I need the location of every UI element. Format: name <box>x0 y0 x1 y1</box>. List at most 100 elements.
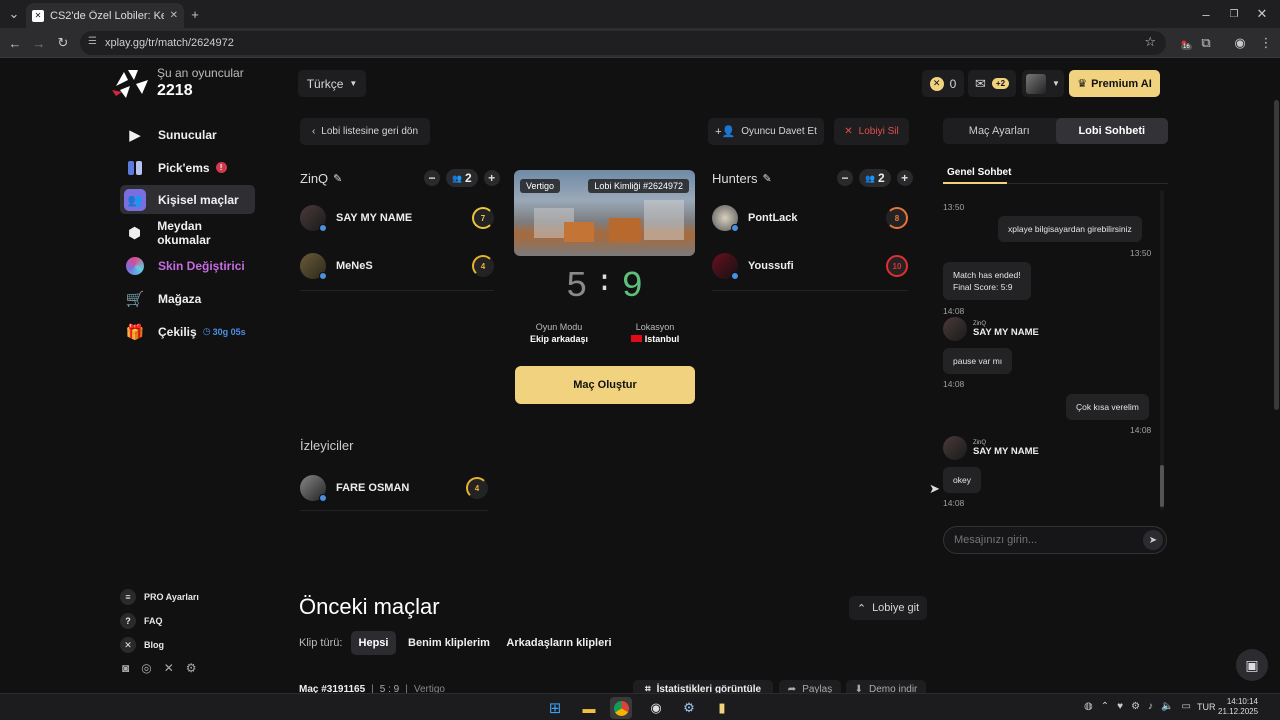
profile-icon[interactable]: ◉ <box>1230 33 1250 53</box>
network-icon[interactable]: ▭ <box>1181 701 1190 712</box>
chat-scrollbar-thumb[interactable] <box>1160 465 1164 507</box>
go-to-lobby-button[interactable]: ⌃ Lobiye git <box>849 596 927 620</box>
filter-friends-clips[interactable]: Arkadaşların klipleri <box>503 631 615 655</box>
team-b-player-row[interactable]: Youssufi 10 <box>712 250 908 282</box>
new-tab-icon[interactable]: + <box>185 4 205 24</box>
team-a-player-row[interactable]: SAY MY NAME 7 <box>300 202 494 234</box>
tray-app-icon[interactable]: ◍ <box>1084 701 1093 712</box>
site-info-icon[interactable]: ☰ <box>88 36 97 47</box>
spectator-row[interactable]: FARE OSMAN 4 <box>300 472 488 504</box>
giveaway-timer: ◷ 30g 05s <box>203 326 246 337</box>
sidebar-item-store[interactable]: 🛒 Mağaza <box>120 284 255 313</box>
question-icon: ? <box>120 613 136 629</box>
invite-player-button[interactable]: +👤 Oyuncu Davet Et <box>708 118 824 145</box>
sidebar-item-servers[interactable]: ▶ Sunucular <box>120 120 255 149</box>
sidebar-item-challenges[interactable]: ⬢ Meydan okumalar <box>120 218 255 247</box>
chat-message-author[interactable]: ZinQ SAY MY NAME <box>943 317 1039 341</box>
language-select[interactable]: Türkçe ▼ <box>298 70 366 97</box>
site-logo[interactable] <box>112 66 152 100</box>
pro-settings-link[interactable]: ≡ PRO Ayarları <box>120 588 199 606</box>
team-a-header: ZinQ ✎ <box>300 168 342 188</box>
microphone-icon[interactable]: ♪ <box>1148 701 1153 712</box>
volume-icon[interactable]: 🔈 <box>1161 701 1173 712</box>
bookmark-star-icon[interactable]: ☆ <box>1144 34 1156 50</box>
tray-app-icon[interactable]: ♥ <box>1117 701 1123 712</box>
blog-link[interactable]: ✕ Blog <box>120 636 164 654</box>
mail-button[interactable]: ✉ +2 <box>968 70 1016 97</box>
sidebar-item-label: Mağaza <box>158 291 202 306</box>
browser-tab[interactable]: ✕ CS2'de Özel Lobiler: Kendi Kura ✕ <box>26 3 184 28</box>
faq-link[interactable]: ? FAQ <box>120 612 163 630</box>
chrome-icon[interactable] <box>610 697 632 719</box>
discord-icon[interactable]: ◙ <box>122 661 129 675</box>
player-name: Youssufi <box>748 260 794 272</box>
forward-icon[interactable]: → <box>29 33 49 53</box>
extension-icon[interactable]: ● <box>1174 33 1194 53</box>
edit-pencil-icon[interactable]: ✎ <box>333 172 342 185</box>
team-a-player-row[interactable]: MeNeS 4 <box>300 250 494 282</box>
clock[interactable]: 14:10:14 21.12.2025 <box>1218 697 1258 717</box>
minus-icon[interactable]: − <box>424 170 440 186</box>
send-icon[interactable]: ➤ <box>1143 530 1163 550</box>
reload-icon[interactable]: ↻ <box>53 33 73 53</box>
premium-button[interactable]: ♛ Premium AI <box>1069 70 1160 97</box>
edit-pencil-icon[interactable]: ✎ <box>763 172 772 185</box>
filter-my-clips[interactable]: Benim kliplerim <box>404 631 494 655</box>
team-b-count: 2 <box>877 171 885 185</box>
level-badge: 4 <box>472 255 494 277</box>
back-to-lobbies-button[interactable]: ‹ Lobi listesine geri dön <box>300 118 430 145</box>
file-explorer-icon[interactable]: ▬ <box>578 697 600 719</box>
profile-menu-button[interactable]: ▼ <box>1022 70 1064 97</box>
back-icon[interactable]: ← <box>5 33 25 53</box>
maximize-icon[interactable]: ❐ <box>1224 4 1244 24</box>
plus-icon[interactable]: + <box>896 170 913 186</box>
delete-lobby-button[interactable]: ✕ Lobiyi Sil <box>834 118 909 145</box>
app-icon[interactable]: ◉ <box>645 697 667 719</box>
chat-scrollbar-track[interactable] <box>1160 190 1164 510</box>
steam-icon[interactable]: ⚙ <box>678 697 700 719</box>
tab-list-icon[interactable]: ⌄ <box>4 4 24 24</box>
coins-button[interactable]: ✕ 0 <box>922 70 964 97</box>
sidebar-item-pickems[interactable]: Pick'ems ! <box>120 153 255 182</box>
filter-all[interactable]: Hepsi <box>351 631 396 655</box>
windows-start-icon[interactable]: ⊞ <box>544 697 566 719</box>
team-b-name: Hunters <box>712 170 758 186</box>
tray-steam-icon[interactable]: ⚙ <box>1131 701 1140 712</box>
sidebar-item-skin-changer[interactable]: Skin Değiştirici <box>120 251 255 280</box>
sidebar-item-label: Çekiliş <box>158 324 197 339</box>
chevron-down-icon: ▼ <box>349 79 358 88</box>
close-tab-icon[interactable]: ✕ <box>170 10 178 21</box>
extensions-puzzle-icon[interactable]: ⧉ <box>1196 33 1216 53</box>
team-b-player-row[interactable]: PontLack 8 <box>712 202 908 234</box>
input-language[interactable]: TUR <box>1197 702 1216 712</box>
app-icon[interactable]: ▮ <box>711 697 733 719</box>
page-scrollbar-thumb[interactable] <box>1274 100 1279 410</box>
tray-expand-icon[interactable]: ⌃ <box>1101 701 1109 712</box>
team-a-name: ZinQ <box>300 170 329 186</box>
tab-lobby-chat[interactable]: Lobi Sohbeti <box>1055 118 1168 144</box>
url-field[interactable]: ☰ xplay.gg/tr/match/2624972 ☆ <box>80 31 1166 55</box>
users-icon: 👥 <box>124 188 146 211</box>
minimize-icon[interactable]: – <box>1196 4 1216 24</box>
sidebar-item-giveaway[interactable]: 🎁 Çekiliş ◷ 30g 05s <box>120 317 270 346</box>
minus-icon[interactable]: − <box>837 170 853 186</box>
create-match-button[interactable]: Maç Oluştur <box>515 366 695 404</box>
tab-general-chat[interactable]: Genel Sohbet <box>947 167 1011 178</box>
instagram-icon[interactable]: ◎ <box>141 661 151 675</box>
blog-icon: ✕ <box>120 637 136 653</box>
player-name: SAY MY NAME <box>336 212 413 224</box>
mode-label: Oyun Modu <box>535 322 583 332</box>
chat-message-input[interactable] <box>954 532 1134 548</box>
avatar <box>300 253 327 280</box>
steam-icon[interactable]: ⚙ <box>186 661 197 675</box>
tab-match-settings[interactable]: Maç Ayarları <box>943 118 1056 144</box>
x-icon[interactable]: ✕ <box>164 661 174 675</box>
support-chat-icon[interactable]: ▣ <box>1236 649 1268 681</box>
add-user-icon: +👤 <box>715 126 736 138</box>
sidebar-item-personal-matches[interactable]: 👥 Kişisel maçlar <box>120 185 255 214</box>
plus-icon[interactable]: + <box>483 170 500 186</box>
create-match-label: Maç Oluştur <box>573 379 637 391</box>
close-window-icon[interactable]: ✕ <box>1252 4 1272 24</box>
browser-menu-icon[interactable]: ⋮ <box>1256 33 1276 53</box>
chat-message-author[interactable]: ZinQ SAY MY NAME <box>943 436 1039 460</box>
